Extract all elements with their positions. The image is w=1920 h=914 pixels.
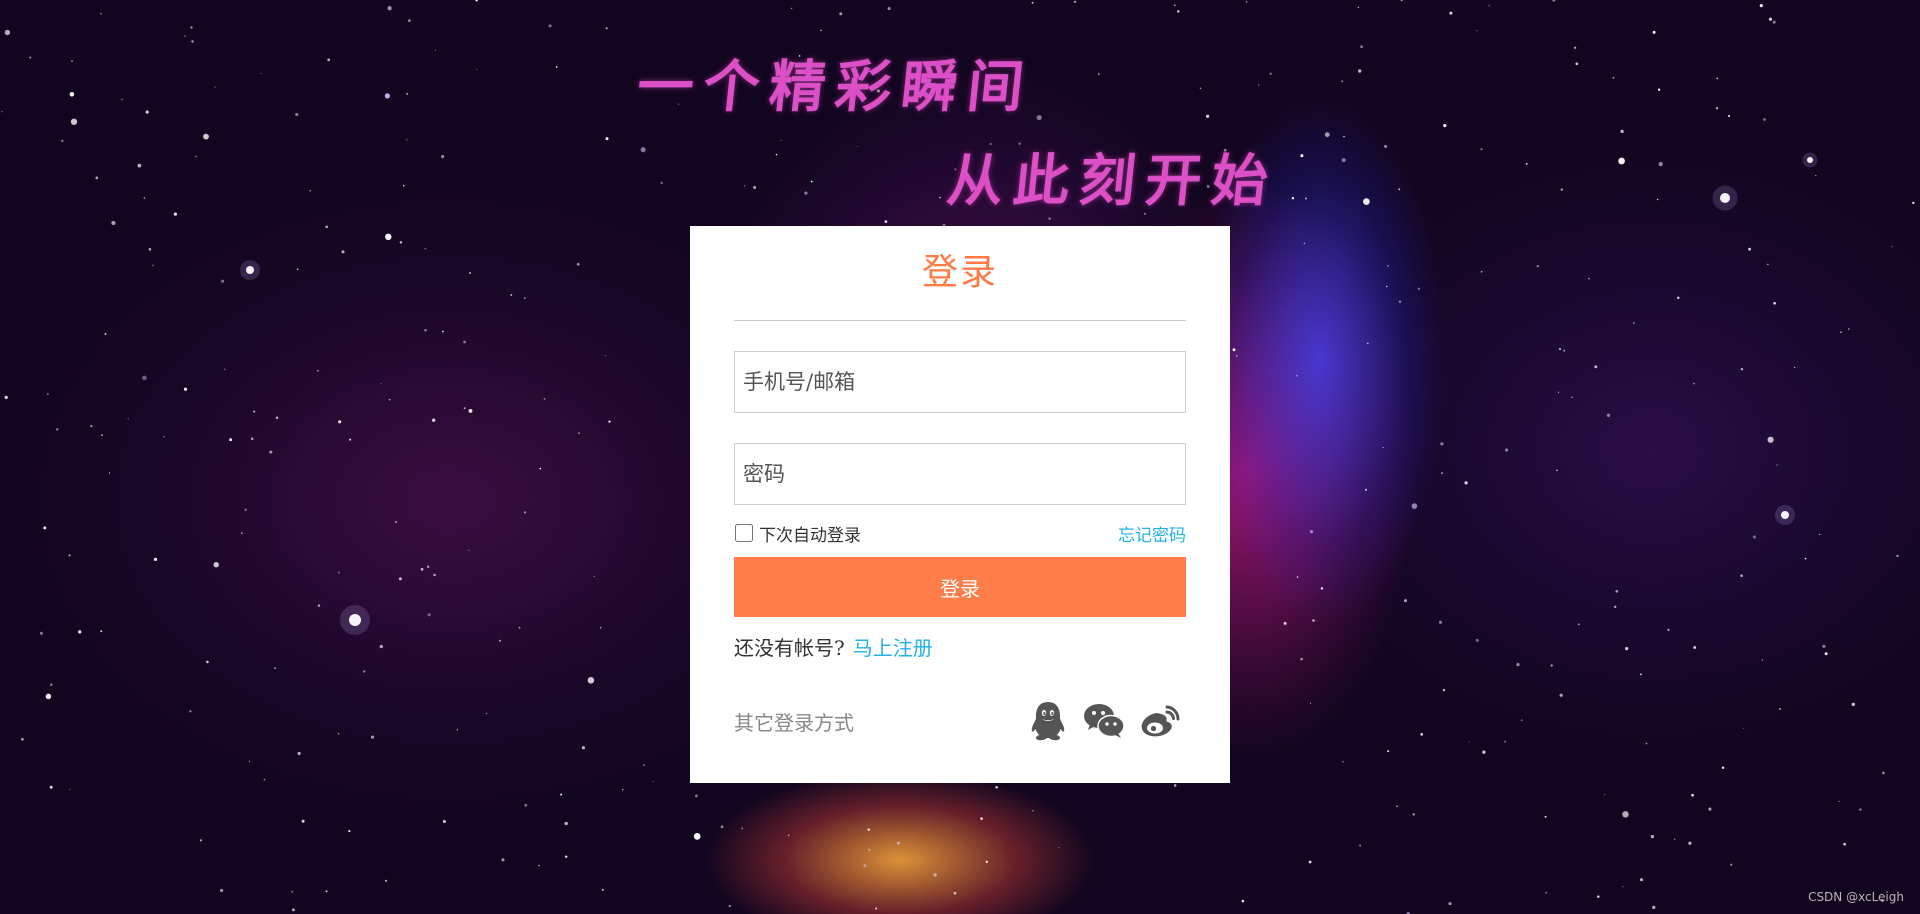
remember-label: 下次自动登录 — [759, 525, 861, 546]
login-options-row: 下次自动登录 忘记密码 — [734, 519, 1186, 547]
register-row: 还没有帐号? 马上注册 — [734, 633, 1186, 663]
login-card: 登录 下次自动登录 忘记密码 登录 还没有帐号? 马上注册 其它登录方式 — [690, 226, 1230, 783]
headline-line-1: 一个精彩瞬间 — [634, 54, 1037, 120]
headline-line-2: 从此刻开始 — [944, 148, 1281, 214]
account-input[interactable] — [734, 351, 1186, 413]
other-login-row: 其它登录方式 — [734, 699, 1186, 743]
remember-me[interactable]: 下次自动登录 — [734, 521, 861, 546]
title-divider — [734, 320, 1186, 321]
remember-checkbox[interactable] — [735, 524, 753, 542]
wechat-icon[interactable] — [1082, 699, 1126, 743]
watermark: CSDN @xcLeigh — [1808, 890, 1904, 904]
login-title: 登录 — [921, 252, 998, 293]
register-prompt: 还没有帐号? — [734, 636, 845, 660]
social-login-icons — [1026, 699, 1186, 743]
login-button[interactable]: 登录 — [734, 557, 1186, 617]
qq-icon[interactable] — [1026, 699, 1070, 743]
weibo-icon[interactable] — [1138, 699, 1182, 743]
register-link[interactable]: 马上注册 — [853, 636, 933, 660]
password-input[interactable] — [734, 443, 1186, 505]
forgot-password-link[interactable]: 忘记密码 — [1118, 521, 1186, 546]
other-login-label: 其它登录方式 — [734, 710, 854, 735]
